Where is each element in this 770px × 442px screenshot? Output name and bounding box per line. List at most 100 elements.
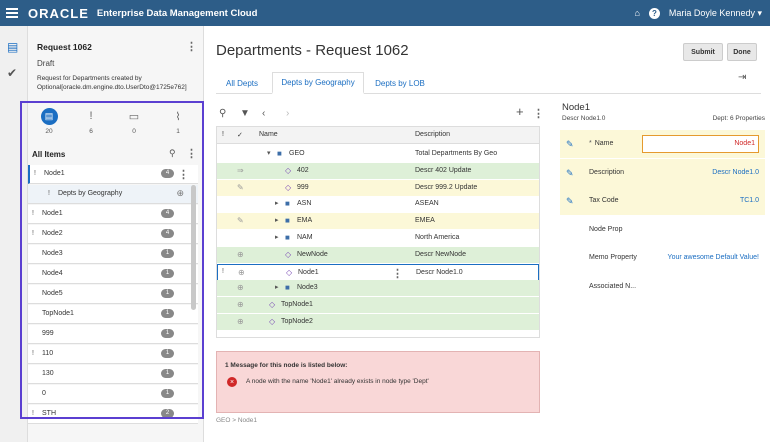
selection-highlight-frame	[20, 101, 204, 419]
property-row[interactable]: Memo Property Your awesome Default Value!	[560, 244, 765, 272]
edit-pencil-icon[interactable]: ✎	[566, 168, 574, 179]
add-circle-icon: ⊕	[237, 317, 244, 326]
property-label-text: Description	[589, 168, 625, 176]
node-name: TopNode2	[281, 318, 313, 325]
property-row[interactable]: ✎ * Name Node1	[560, 130, 765, 158]
node-name: 402	[297, 166, 309, 174]
edit-icon: ✎	[237, 216, 244, 226]
request-status: Draft	[37, 59, 55, 68]
error-icon: ×	[227, 377, 237, 387]
property-row[interactable]: ✎ Description Descr Node1.0	[560, 158, 765, 187]
table-row[interactable]: ▾ ■ GEO Total Departments By Geo	[217, 146, 539, 163]
table-row[interactable]: ⊕ ◇ TopNode2	[217, 314, 539, 331]
properties-title: Node1	[562, 102, 590, 113]
table-row[interactable]: ! ⊕ ◇ Node1 Descr Node1.0 ⋮	[217, 263, 539, 281]
node-name: NewNode	[297, 250, 328, 258]
node-name: Node3	[297, 284, 318, 292]
done-button[interactable]: Done	[727, 43, 757, 61]
property-label: Memo Property	[589, 254, 637, 261]
property-value: TC1.0	[739, 197, 759, 204]
col-name[interactable]: Name	[259, 131, 278, 138]
folder-icon: ■	[285, 233, 290, 242]
folder-icon: ■	[285, 283, 290, 293]
property-label: Description	[589, 169, 624, 176]
edit-pencil-icon[interactable]: ✎	[566, 139, 574, 150]
property-row[interactable]: Node Prop	[560, 216, 765, 244]
node-description: Descr Node1.0	[416, 268, 463, 276]
add-icon[interactable]: +	[516, 104, 524, 119]
home-icon[interactable]: ⌂	[634, 8, 639, 18]
grid-kebab-icon[interactable]: ⋮	[533, 107, 544, 120]
node-name: TopNode1	[281, 301, 313, 309]
forward-arrow-icon[interactable]: ›	[286, 108, 289, 119]
node-diamond-icon: ◇	[285, 165, 292, 175]
row-kebab-icon[interactable]: ⋮	[392, 267, 403, 280]
hamburger-menu-icon[interactable]	[6, 8, 18, 18]
name-input[interactable]: Node1	[642, 135, 759, 153]
add-circle-icon: ⊕	[237, 249, 244, 259]
expand-toggle-icon[interactable]: ▸	[275, 216, 279, 224]
back-arrow-icon[interactable]: ‹	[262, 108, 265, 119]
col-check: ✓	[237, 132, 243, 139]
table-row[interactable]: ▸ ■ NAM North America	[217, 230, 539, 247]
request-description: Request for Departments created by Optio…	[37, 75, 187, 91]
expand-toggle-icon[interactable]: ▸	[275, 233, 279, 241]
node-diamond-icon: ◇	[269, 317, 276, 326]
checkmark-icon[interactable]: ✔	[7, 66, 17, 80]
property-label: Associated N...	[589, 283, 636, 290]
property-label: * Name	[589, 140, 613, 147]
hierarchy-grid: ! ✓ Name Description ▾ ■ GEO Total Departme…	[216, 126, 540, 338]
node-description: EMEA	[415, 217, 435, 225]
issue-flag: !	[222, 267, 224, 275]
expand-toggle-icon[interactable]: ▸	[275, 199, 279, 207]
properties-meta: Dept: 6 Properties	[712, 115, 765, 122]
node-diamond-icon: ◇	[285, 182, 292, 192]
edit-pencil-icon[interactable]: ✎	[566, 196, 574, 207]
tab-depts-by-lob[interactable]: Depts by LOB	[368, 72, 432, 94]
table-row[interactable]: ⊕ ▸ ■ Node3	[217, 280, 539, 298]
add-circle-icon: ⊕	[237, 300, 244, 310]
help-icon[interactable]: ?	[648, 7, 660, 19]
expand-toggle-icon[interactable]: ▾	[267, 149, 271, 157]
edit-icon: ✎	[237, 182, 244, 192]
table-row[interactable]: ▸ ■ ASN ASEAN	[217, 196, 539, 214]
property-value: Your awesome Default Value!	[667, 254, 759, 261]
node-name: EMA	[297, 217, 313, 225]
message-heading: 1 Message for this node is listed below:	[225, 362, 348, 369]
property-label-text: Node Prop	[589, 225, 623, 233]
user-menu[interactable]: Maria Doyle Kennedy ▾	[669, 8, 762, 19]
node-name: ASN	[297, 200, 312, 208]
node-name: NAM	[297, 234, 313, 241]
property-label-text: Name	[594, 140, 614, 147]
submit-button[interactable]: Submit	[683, 43, 723, 61]
table-row[interactable]: ✎ ◇ 999 Descr 999.2 Update	[217, 179, 539, 197]
table-row[interactable]: ⇒ ◇ 402 Descr 402 Update	[217, 162, 539, 180]
tab-depts-by-geography[interactable]: Depts by Geography	[272, 72, 364, 94]
breadcrumb[interactable]: GEO > Node1	[216, 417, 257, 424]
user-caret-icon: ▾	[757, 7, 762, 18]
node-description: Total Departments By Geo	[415, 150, 498, 157]
expand-toggle-icon[interactable]: ▸	[275, 283, 279, 291]
folder-icon: ■	[285, 216, 290, 226]
request-panel-icon[interactable]: ▤	[7, 40, 18, 54]
col-description[interactable]: Description	[415, 131, 450, 138]
request-kebab-icon[interactable]: ⋮	[186, 40, 197, 53]
node-description: North America	[415, 234, 460, 241]
tab-all-depts[interactable]: All Depts	[216, 72, 268, 94]
properties-panel: Node1 Descr Node1.0 Dept: 6 Properties ✎…	[560, 98, 765, 428]
request-title: Request 1062	[37, 42, 92, 52]
table-row[interactable]: ⊕ ◇ TopNode1	[217, 297, 539, 315]
node-diamond-icon: ◇	[285, 249, 292, 259]
panel-toggle-icon[interactable]: ⇥	[738, 72, 746, 83]
filter-icon[interactable]: ▼	[240, 108, 250, 119]
property-row[interactable]: ✎ Tax Code TC1.0	[560, 187, 765, 215]
table-row[interactable]: ✎ ▸ ■ EMA EMEA	[217, 213, 539, 231]
property-label: Node Prop	[589, 226, 622, 233]
required-marker: *	[589, 140, 592, 147]
validation-message: A node with the name 'Node1' already exi…	[246, 378, 429, 385]
move-icon: ⇒	[237, 165, 244, 175]
add-circle-icon: ⊕	[238, 267, 245, 277]
search-icon[interactable]: ⚲	[219, 108, 226, 119]
table-row[interactable]: ⊕ ◇ NewNode Descr NewNode	[217, 246, 539, 264]
property-row[interactable]: Associated N...	[560, 273, 765, 301]
